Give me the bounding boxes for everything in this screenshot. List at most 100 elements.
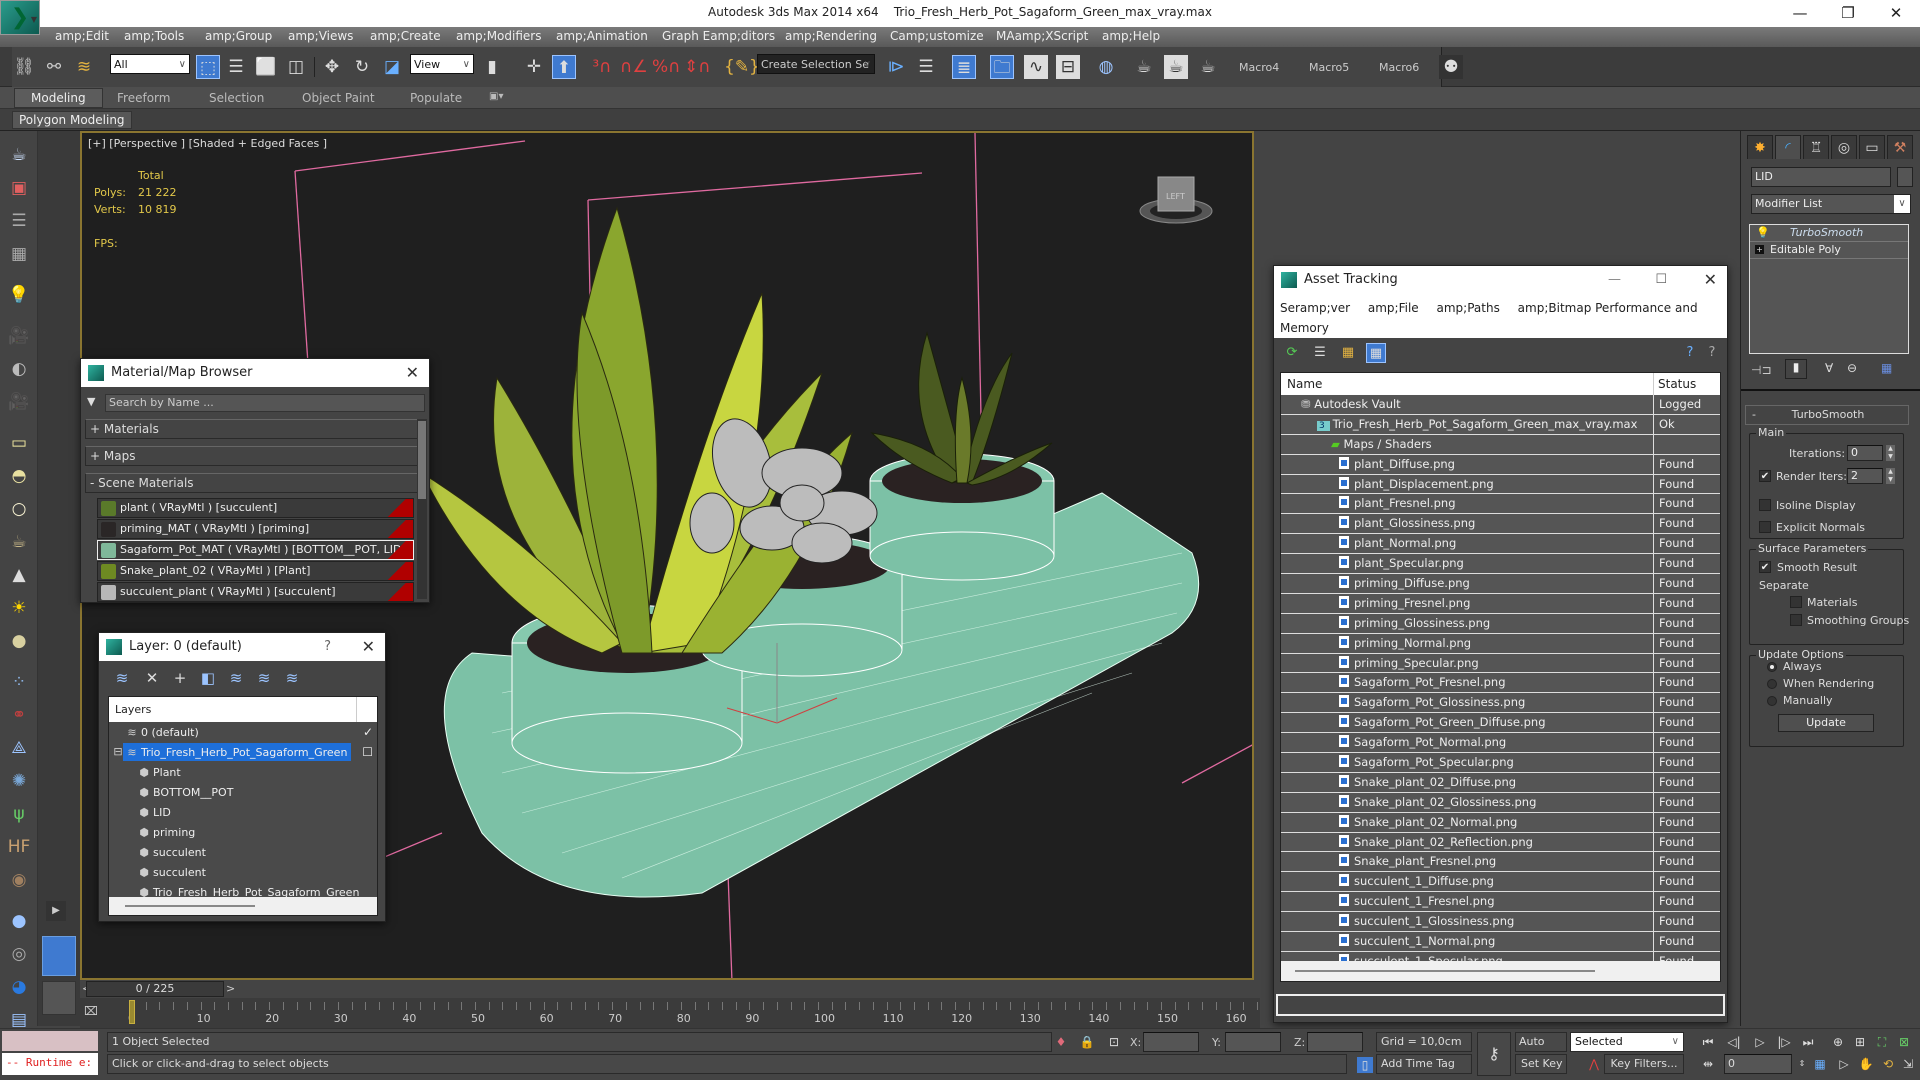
spinner-snap-icon[interactable]: ⇕∩ [684, 55, 711, 79]
add-to-layer-icon[interactable]: + [169, 669, 191, 691]
delete-layer-icon[interactable]: ✕ [141, 669, 163, 691]
time-slider-thumb[interactable]: 0 / 225 [86, 981, 224, 997]
render-setup-icon[interactable]: ☕ [1132, 55, 1156, 79]
schematic-view-icon[interactable]: ⊟ [1056, 55, 1080, 79]
mirror-icon[interactable]: ⧐ [884, 55, 908, 79]
asset-row[interactable]: Snake_plant_02_Normal.png Found [1281, 812, 1720, 833]
viewcube[interactable]: LEFT [1128, 169, 1218, 229]
asset-path-field[interactable] [1276, 994, 1725, 1016]
menu-tools[interactable]: amp;Tools [124, 29, 184, 43]
keyboard-shortcut-override-icon[interactable]: ⬆ [552, 55, 576, 79]
color-swatch-icon[interactable]: ◕ [7, 975, 31, 999]
modify-tab-icon[interactable]: ◜ [1775, 135, 1801, 159]
current-layer-toggle[interactable]: ☐ [362, 742, 373, 762]
y-coordinate-input[interactable] [1225, 1032, 1281, 1052]
create-tab-icon[interactable]: ✸ [1747, 135, 1773, 159]
render-iters-spinner[interactable]: 2 [1847, 468, 1883, 484]
goto-start-icon[interactable]: ⏮ [1700, 1034, 1716, 1050]
remove-modifier-icon[interactable]: ⊖ [1847, 361, 1857, 375]
dome-light-icon[interactable]: ◓ [7, 464, 31, 488]
update-button[interactable]: Update [1778, 714, 1874, 732]
layer-row[interactable]: ≋ 0 (default) ✓ [109, 722, 377, 742]
layer-object-row[interactable]: ⬢ BOTTOM__POT [109, 782, 377, 802]
maximize-viewport-icon[interactable]: ⇲ [1900, 1056, 1916, 1072]
expand-plus-icon[interactable]: + [1755, 245, 1764, 254]
close-icon[interactable]: ✕ [1704, 266, 1717, 294]
key-mode-toggle-icon[interactable]: ⇹ [1700, 1056, 1716, 1072]
bind-to-space-warp-icon[interactable]: ≋ [72, 55, 96, 79]
list-view-icon[interactable]: ☰ [1310, 343, 1330, 363]
teapot-icon[interactable]: ☕ [7, 143, 31, 167]
curve-editor-icon[interactable]: ∿ [1024, 55, 1048, 79]
z-coordinate-input[interactable] [1307, 1032, 1363, 1052]
next-frame-button[interactable]: > [226, 982, 235, 995]
select-and-link-icon[interactable]: ⛓ [12, 55, 36, 79]
smoothing-groups-checkbox[interactable] [1790, 614, 1802, 626]
configure-modifier-sets-icon[interactable]: ▦ [1881, 361, 1892, 375]
create-layer-icon[interactable]: ≋ [111, 669, 133, 691]
reference-coordinate-dropdown[interactable]: View ∨ [410, 54, 474, 74]
ribbon-options-icon[interactable]: ▣▾ [489, 91, 503, 102]
asset-row[interactable]: Snake_plant_02_Reflection.png Found [1281, 832, 1720, 853]
material-item[interactable]: priming_MAT ( VRayMtl ) [priming] [97, 519, 414, 539]
molecule-icon[interactable]: ⚭ [7, 703, 31, 727]
current-frame-marker[interactable] [129, 1000, 135, 1024]
group-scene-materials[interactable]: - Scene Materials [85, 473, 419, 493]
maximize-icon[interactable]: ☐ [1655, 266, 1667, 294]
material-picker-icon[interactable]: ◎ [7, 942, 31, 966]
minimize-button[interactable]: — [1780, 2, 1820, 24]
asset-row[interactable]: plant_Specular.png Found [1281, 554, 1720, 575]
asset-row[interactable]: Snake_plant_Fresnel.png Found [1281, 852, 1720, 873]
time-tag-icon[interactable]: ▯ [1357, 1057, 1373, 1073]
orbit-icon[interactable]: ⟲ [1880, 1056, 1896, 1072]
material-editor-icon[interactable]: ◍ [1094, 55, 1118, 79]
layer-object-row[interactable]: ⬢ Plant [109, 762, 377, 782]
panel-grid-icon[interactable]: ▦ [7, 242, 31, 266]
asset-row[interactable]: succulent_1_Normal.png Found [1281, 932, 1720, 953]
asset-row[interactable]: plant_Displacement.png Found [1281, 474, 1720, 495]
menu-server[interactable]: Seramp;ver [1280, 301, 1350, 315]
move-icon[interactable]: ✥ [320, 55, 344, 79]
asset-row[interactable]: Sagaform_Pot_Glossiness.png Found [1281, 693, 1720, 714]
select-by-name-icon[interactable]: ☰ [224, 55, 248, 79]
hierarchy-tab-icon[interactable]: ♖ [1803, 135, 1829, 159]
asset-row[interactable]: plant_Glossiness.png Found [1281, 514, 1720, 535]
menu-paths[interactable]: amp;Paths [1437, 301, 1500, 315]
asset-row[interactable]: priming_Specular.png Found [1281, 653, 1720, 674]
search-input[interactable]: Search by Name ... [105, 394, 425, 412]
close-icon[interactable]: ✕ [362, 633, 375, 661]
key-tangent-icon[interactable]: ⋀ [1586, 1056, 1602, 1072]
scrollbar[interactable] [417, 419, 427, 599]
horizontal-scrollbar[interactable] [109, 897, 377, 915]
asset-row[interactable]: plant_Fresnel.png Found [1281, 494, 1720, 515]
maxscript-listener-top[interactable] [2, 1031, 98, 1051]
tab-populate[interactable]: Populate [410, 91, 462, 105]
make-unique-icon[interactable]: ∀ [1825, 361, 1833, 375]
tab-object-paint[interactable]: Object Paint [302, 91, 375, 105]
rectangular-selection-icon[interactable]: ⬜ [254, 55, 278, 79]
expand-arrow-icon[interactable]: ▶ [46, 901, 66, 921]
zoom-extents-icon[interactable]: ⛶ [1874, 1034, 1890, 1050]
hair-fur-icon[interactable]: HF [7, 835, 31, 859]
macro5-button[interactable]: Macro5 [1309, 61, 1349, 74]
freeze-unfreeze-all-icon[interactable]: ≋ [281, 669, 303, 691]
sphere-icon[interactable]: ● [7, 909, 31, 933]
object-name-field[interactable]: LID [1751, 167, 1891, 187]
material-item[interactable]: plant ( VRayMtl ) [succulent] [97, 498, 414, 518]
plane-light-icon[interactable]: ▭ [7, 431, 31, 455]
isoline-display-checkbox[interactable] [1759, 499, 1771, 511]
modifier-list-dropdown[interactable]: Modifier List ∨ [1751, 194, 1911, 214]
selection-filter-dropdown[interactable]: All ∨ [110, 54, 190, 74]
grass-icon[interactable]: ψ [7, 802, 31, 826]
auto-key-button[interactable]: Auto Key [1515, 1032, 1567, 1066]
asset-tracking-titlebar[interactable]: Asset Tracking — ☐ ✕ [1274, 266, 1727, 294]
column-name[interactable]: Name [1287, 373, 1322, 395]
app-menu-button[interactable]: ❯ ▼ [0, 0, 40, 35]
field-of-view-icon[interactable]: ▷ [1836, 1056, 1852, 1072]
sphere-light-icon[interactable]: ○ [7, 497, 31, 521]
maxscript-output[interactable]: -- Runtime e: [2, 1053, 98, 1075]
menu-views[interactable]: amp;Views [288, 29, 353, 43]
current-frame-input[interactable]: 0 [1724, 1054, 1792, 1074]
asset-row[interactable]: Snake_plant_02_Glossiness.png Found [1281, 792, 1720, 813]
asset-row[interactable]: priming_Fresnel.png Found [1281, 593, 1720, 614]
